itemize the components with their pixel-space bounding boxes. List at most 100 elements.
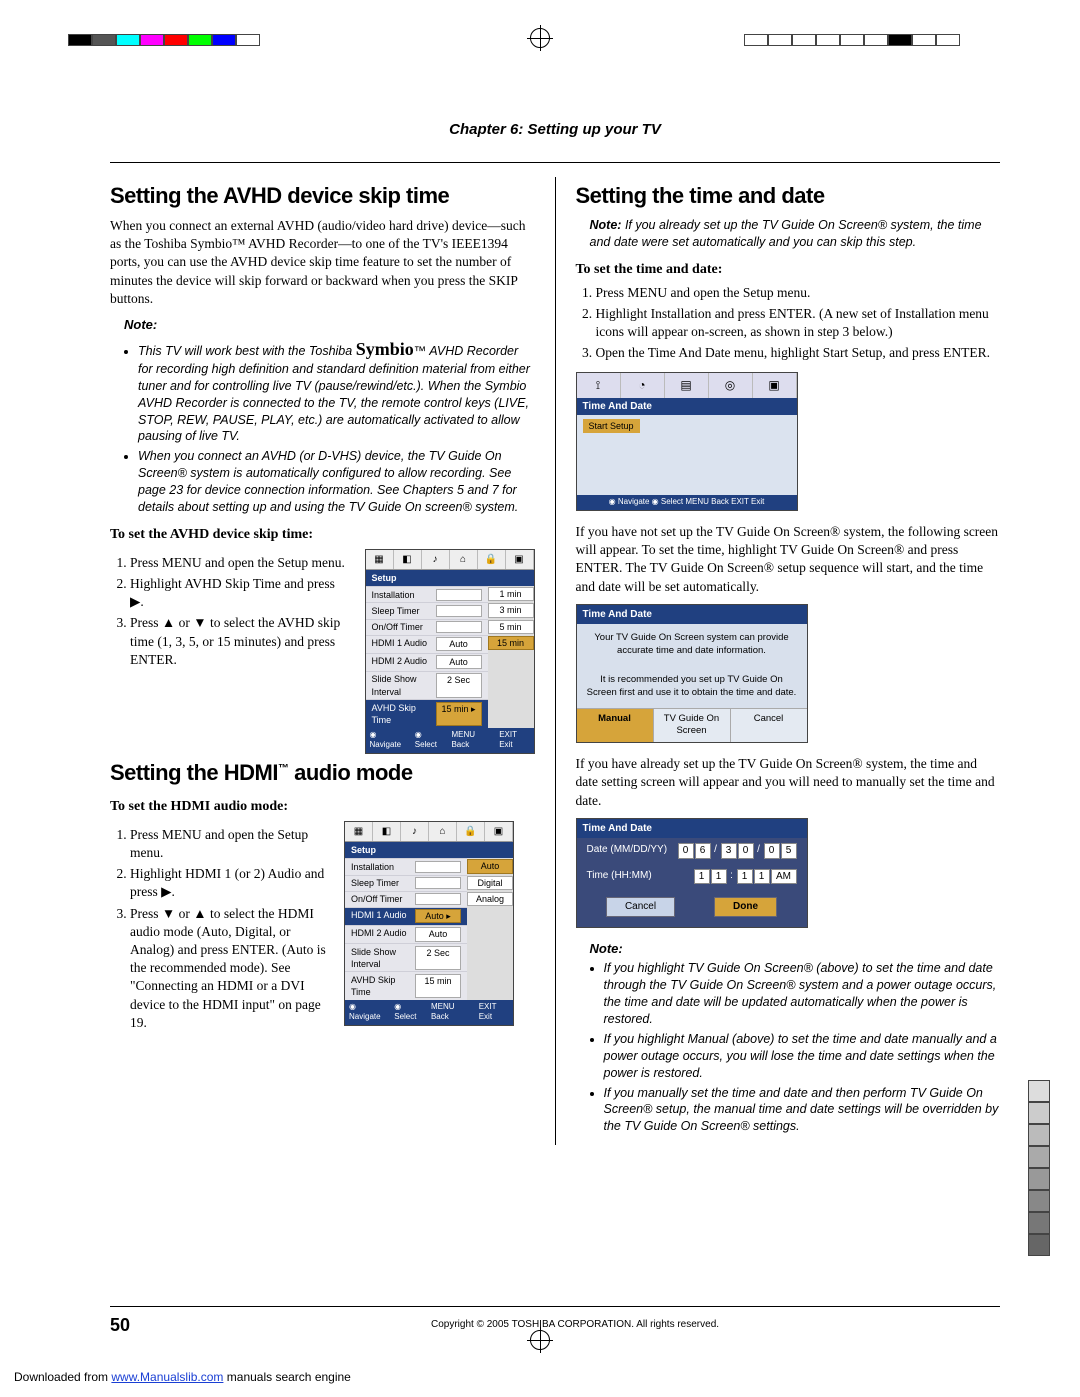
download-line: Downloaded from www.Manualslib.com manua… <box>14 1369 351 1385</box>
dialog-msg2: It is recommended you set up TV Guide On… <box>577 666 807 708</box>
copyright: Copyright © 2005 TOSHIBA CORPORATION. Al… <box>150 1318 1000 1332</box>
hdmi-step-1: Press MENU and open the Setup menu. <box>130 826 330 862</box>
color-bar-left <box>68 34 260 46</box>
form-buttons: Cancel Done <box>577 889 807 927</box>
heading-time-date: Setting the time and date <box>576 181 1001 211</box>
avhd-step-1: Press MENU and open the Setup menu. <box>130 554 351 572</box>
note-label: Note: <box>590 940 1001 958</box>
tab-icon: ⌂ <box>429 822 457 842</box>
time-row: Time (HH:MM) 1 1 : 1 1 AM <box>577 864 807 890</box>
note-label: Note: <box>124 316 535 334</box>
avhd-steps: Press MENU and open the Setup menu. High… <box>130 551 351 672</box>
hdmi-step-3: Press ▼ or ▲ to select the HDMI audio mo… <box>130 905 330 1033</box>
tab-icon: ◧ <box>373 822 401 842</box>
done-button[interactable]: Done <box>714 897 777 917</box>
td-body: Start Setup <box>577 415 797 495</box>
tab-icon: ⟟ <box>577 373 621 397</box>
para-after-2: If you have already set up the TV Guide … <box>576 755 1001 810</box>
chapter-header: Chapter 6: Setting up your TV <box>110 120 1000 140</box>
avhd-step-row: Press MENU and open the Setup menu. High… <box>110 549 535 755</box>
avhd-menu-screenshot: ▦◧♪⌂🔒▣ Setup Installation Sleep Timer On… <box>365 549 535 755</box>
hdmi-opts: Auto Digital Analog <box>467 858 513 999</box>
hdmi-steps: Press MENU and open the Setup menu. High… <box>130 823 330 1035</box>
tab-icon: ▣ <box>506 550 534 570</box>
time-date-form: Time And Date Date (MM/DD/YY) 0 6 / 3 0 … <box>576 818 808 928</box>
dialog-header: Time And Date <box>577 605 807 625</box>
left-column: Setting the AVHD device skip time When y… <box>110 177 535 1145</box>
dialog-msg1: Your TV Guide On Screen system can provi… <box>577 624 807 666</box>
para-after-1: If you have not set up the TV Guide On S… <box>576 523 1001 596</box>
td-tab-icons: ⟟◔▤◎▣ <box>577 373 797 397</box>
menu-title: Setup <box>366 570 534 586</box>
form-header: Time And Date <box>577 819 807 839</box>
tab-icon: ◔ <box>621 373 665 397</box>
hdmi-menu-screenshot: ▦◧♪⌂🔒▣ Setup Installation Sleep Timer On… <box>344 821 514 1027</box>
page-number: 50 <box>110 1313 130 1337</box>
time-cells[interactable]: 1 1 : 1 1 AM <box>694 869 797 885</box>
time-step-2: Highlight Installation and press ENTER. … <box>596 305 1001 341</box>
time-step-1: Press MENU and open the Setup menu. <box>596 284 1001 302</box>
registration-mark-icon <box>530 28 550 48</box>
tvguide-button[interactable]: TV Guide On Screen <box>654 709 731 743</box>
symbio-logo: Symbio <box>356 339 414 359</box>
avhd-step-3: Press ▲ or ▼ to select the AVHD skip tim… <box>130 614 351 669</box>
hdmi-step-row: Press MENU and open the Setup menu. High… <box>110 821 535 1045</box>
avhd-step-2: Highlight AVHD Skip Time and press ▶. <box>130 575 351 611</box>
tab-icon: ▦ <box>366 550 394 570</box>
columns: Setting the AVHD device skip time When y… <box>110 177 1000 1145</box>
menu-footer: ◉ Navigate ◉ Select MENU Back EXIT Exit <box>345 1000 513 1026</box>
tab-icon: ▣ <box>485 822 513 842</box>
end-note-3: If you manually set the time and date an… <box>604 1085 1001 1136</box>
menu-footer: ◉ Navigate ◉ Select MENU Back EXIT Exit <box>366 728 534 754</box>
avhd-opts: 1 min 3 min 5 min 15 min <box>488 586 534 727</box>
tab-icon: ▦ <box>345 822 373 842</box>
color-bar-right <box>744 34 960 46</box>
dialog-buttons: Manual TV Guide On Screen Cancel <box>577 708 807 743</box>
cancel-button[interactable]: Cancel <box>731 709 807 743</box>
time-proc-head: To set the time and date: <box>576 261 1001 280</box>
time-step-3: Open the Time And Date menu, highlight S… <box>596 344 1001 362</box>
menu-tab-icons: ▦◧♪⌂🔒▣ <box>366 550 534 571</box>
content-area: Chapter 6: Setting up your TV Setting th… <box>110 120 1000 1317</box>
avhd-intro: When you connect an external AVHD (audio… <box>110 217 535 308</box>
side-color-swatches <box>1028 1080 1050 1256</box>
avhd-notes: This TV will work best with the Toshiba … <box>124 337 535 516</box>
tab-icon: ♪ <box>422 550 450 570</box>
date-cells[interactable]: 0 6 / 3 0 / 0 5 <box>678 843 797 859</box>
td-title: Time And Date <box>577 398 797 416</box>
avhd-proc-head: To set the AVHD device skip time: <box>110 526 535 545</box>
date-row: Date (MM/DD/YY) 0 6 / 3 0 / 0 5 <box>577 838 807 864</box>
time-date-menu-screenshot: ⟟◔▤◎▣ Time And Date Start Setup ◉ Naviga… <box>576 372 798 510</box>
avhd-note-1: This TV will work best with the Toshiba … <box>138 337 535 446</box>
time-note: Note: If you already set up the TV Guide… <box>590 217 1001 251</box>
td-foot: ◉ Navigate ◉ Select MENU Back EXIT Exit <box>577 495 797 510</box>
footer: 50 Copyright © 2005 TOSHIBA CORPORATION.… <box>110 1306 1000 1337</box>
manual-button[interactable]: Manual <box>577 709 654 743</box>
right-column: Setting the time and date Note: If you a… <box>576 177 1001 1145</box>
hdmi-menu-body: Installation Sleep Timer On/Off Timer HD… <box>345 858 467 999</box>
date-label: Date (MM/DD/YY) <box>587 843 668 859</box>
time-date-dialog: Time And Date Your TV Guide On Screen sy… <box>576 604 808 743</box>
menu-tab-icons: ▦◧♪⌂🔒▣ <box>345 822 513 843</box>
tab-icon: ♪ <box>401 822 429 842</box>
tab-icon: ◧ <box>394 550 422 570</box>
heading-hdmi: Setting the HDMI™ audio mode <box>110 758 535 788</box>
column-separator <box>555 177 556 1145</box>
avhd-note-2: When you connect an AVHD (or D-VHS) devi… <box>138 448 535 516</box>
tab-icon: ◎ <box>709 373 753 397</box>
end-notes: If you highlight TV Guide On Screen® (ab… <box>590 960 1001 1135</box>
heading-avhd-skip: Setting the AVHD device skip time <box>110 181 535 211</box>
time-label: Time (HH:MM) <box>587 869 652 885</box>
hdmi-step-2: Highlight HDMI 1 (or 2) Audio and press … <box>130 865 330 901</box>
hdmi-proc-head: To set the HDMI audio mode: <box>110 798 535 817</box>
cancel-button[interactable]: Cancel <box>606 897 675 917</box>
avhd-menu-body: Installation Sleep Timer On/Off Timer HD… <box>366 586 488 727</box>
tab-icon: ▤ <box>665 373 709 397</box>
start-setup-button[interactable]: Start Setup <box>583 419 640 433</box>
manualslib-link[interactable]: www.Manualslib.com <box>111 1370 223 1384</box>
tab-icon: 🔒 <box>478 550 506 570</box>
tab-icon: 🔒 <box>457 822 485 842</box>
tab-icon: ▣ <box>753 373 797 397</box>
time-steps: Press MENU and open the Setup menu. High… <box>596 284 1001 363</box>
note-label: Note: <box>590 218 622 232</box>
